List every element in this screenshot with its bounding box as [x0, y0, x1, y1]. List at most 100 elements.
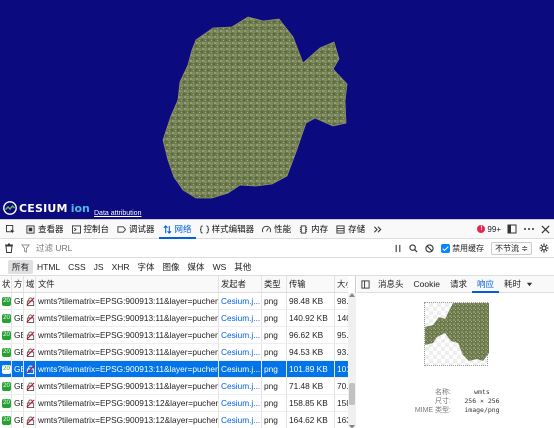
initiator-cell[interactable]: Cesium.j... [219, 361, 262, 377]
tab-inspector[interactable]: 查看器 [22, 220, 68, 239]
initiator-cell[interactable]: Cesium.j... [219, 412, 262, 428]
initiator-cell[interactable]: Cesium.j... [219, 293, 262, 309]
table-row[interactable]: 20GE wmts?tilematrix=EPSG:900913:11&layer… [0, 293, 348, 310]
column-header-transferred[interactable]: 传输 [287, 276, 335, 292]
status-ok-icon: 20 [2, 347, 11, 357]
meta-name-value: wmts [474, 388, 490, 396]
devtools-toolbar: 查看器 控制台 调试器 网络 样式编辑器 性能 内存 存储 ! 99+ [0, 220, 554, 239]
request-list-scrollbar[interactable] [348, 293, 356, 428]
block-icon[interactable] [425, 243, 434, 253]
details-tab-timings[interactable]: 耗时 [499, 276, 526, 293]
type-filter-images[interactable]: 图像 [159, 260, 184, 274]
type-filter-js[interactable]: JS [90, 261, 108, 273]
file-cell: wmts?tilematrix=EPSG:900913:11&layer=puc… [36, 293, 219, 309]
type-filter-other[interactable]: 其他 [230, 260, 255, 274]
type-filter-media[interactable]: 媒体 [184, 260, 209, 274]
pause-icon[interactable] [394, 244, 402, 253]
table-row[interactable]: 20GE wmts?tilematrix=EPSG:900913:11&layer… [0, 378, 348, 395]
details-tabs: 消息头 Cookie 请求 响应 耗时 [357, 276, 554, 293]
disable-cache-toggle[interactable]: 禁用缓存 [441, 243, 484, 254]
details-tab-request[interactable]: 请求 [445, 276, 472, 293]
type-filter-fonts[interactable]: 字体 [134, 260, 159, 274]
file-cell: wmts?tilematrix=EPSG:900913:11&layer=puc… [36, 327, 219, 343]
cesium-ion-logo[interactable]: CESIUM ion [3, 201, 90, 215]
table-row[interactable]: 20GE wmts?tilematrix=EPSG:900913:12&layer… [0, 395, 348, 412]
request-type-filter: 所有 HTML CSS JS XHR 字体 图像 媒体 WS 其他 [0, 258, 554, 276]
type-filter-ws[interactable]: WS [209, 261, 231, 273]
transferred-cell: 164.62 KB [287, 412, 335, 428]
terrain-imagery-region[interactable] [0, 0, 554, 219]
tab-console[interactable]: 控制台 [68, 220, 114, 239]
details-tab-headers[interactable]: 消息头 [373, 276, 409, 293]
error-icon: ! [477, 225, 486, 233]
column-header-file[interactable]: 文件 [36, 276, 219, 292]
request-table-header: 状 方 域 文件 发起者 类型 传输 大小 [0, 276, 348, 293]
column-header-initiator[interactable]: 发起者 [219, 276, 262, 292]
domain-cell [24, 378, 36, 394]
type-filter-xhr[interactable]: XHR [108, 261, 134, 273]
type-cell: png [262, 344, 287, 360]
initiator-cell[interactable]: Cesium.j... [219, 378, 262, 394]
tab-storage[interactable]: 存储 [332, 220, 369, 239]
tab-performance[interactable]: 性能 [258, 220, 295, 239]
dock-toggle-icon[interactable] [507, 224, 517, 234]
tab-network-label: 网络 [174, 224, 192, 234]
debugger-icon [117, 225, 127, 233]
table-row[interactable]: 20GE wmts?tilematrix=EPSG:900913:11&layer… [0, 361, 348, 378]
initiator-cell[interactable]: Cesium.j... [219, 310, 262, 326]
tab-memory-label: 内存 [311, 224, 329, 234]
response-meta: 名称: wmts 尺寸: 256 × 256 MIME 类型: image/png [401, 388, 513, 415]
cesium-viewer[interactable]: CESIUM ion Data attribution [0, 0, 554, 219]
tab-debugger[interactable]: 调试器 [113, 220, 159, 239]
style-editor-icon [199, 224, 209, 234]
error-count-badge[interactable]: ! 99+ [477, 225, 501, 234]
more-options-icon[interactable] [523, 224, 535, 234]
throttling-select[interactable]: 不节流 ≑ [491, 241, 532, 255]
method-cell: GE [12, 412, 24, 428]
transferred-cell: 140.92 KB [287, 310, 335, 326]
table-row[interactable]: 20GE wmts?tilematrix=EPSG:900913:12&layer… [0, 412, 348, 428]
column-header-type[interactable]: 类型 [262, 276, 287, 292]
type-cell: png [262, 395, 287, 411]
table-row[interactable]: 20GE wmts?tilematrix=EPSG:900913:11&layer… [0, 327, 348, 344]
details-tab-cookies[interactable]: Cookie [409, 276, 445, 293]
file-cell: wmts?tilematrix=EPSG:900913:11&layer=puc… [36, 310, 219, 326]
close-icon[interactable] [541, 224, 550, 234]
table-row[interactable]: 20GE wmts?tilematrix=EPSG:900913:11&layer… [0, 344, 348, 361]
scroll-up-arrow-icon[interactable] [349, 293, 355, 297]
type-filter-html[interactable]: HTML [33, 261, 64, 273]
initiator-cell[interactable]: Cesium.j... [219, 327, 262, 343]
type-filter-all[interactable]: 所有 [8, 259, 34, 274]
search-icon[interactable] [409, 243, 418, 253]
trash-icon[interactable] [4, 243, 14, 253]
size-cell: 70. [337, 381, 348, 391]
scroll-thumb[interactable] [349, 383, 355, 405]
table-row[interactable]: 20GE wmts?tilematrix=EPSG:900913:11&layer… [0, 310, 348, 327]
tab-memory[interactable]: 内存 [295, 220, 332, 239]
element-picker-button[interactable] [2, 220, 22, 239]
tab-network[interactable]: 网络 [158, 220, 196, 239]
filter-url-input[interactable] [36, 243, 395, 253]
insecure-lock-icon [26, 347, 35, 357]
panel-toggle-icon[interactable] [361, 279, 370, 289]
details-tab-response[interactable]: 响应 [472, 276, 500, 293]
column-header-method[interactable]: 方 [12, 276, 24, 292]
initiator-cell[interactable]: Cesium.j... [219, 395, 262, 411]
insecure-lock-icon [26, 415, 35, 425]
initiator-cell[interactable]: Cesium.j... [219, 344, 262, 360]
gear-icon[interactable] [539, 243, 549, 253]
tab-storage-label: 存储 [348, 224, 366, 234]
tab-style-editor[interactable]: 样式编辑器 [196, 220, 259, 239]
column-header-size[interactable]: 大小 [335, 276, 348, 292]
chevron-down-icon[interactable] [526, 281, 533, 288]
cesium-logo-icon [3, 201, 17, 215]
column-header-domain[interactable]: 域 [24, 276, 36, 292]
storage-icon [336, 224, 345, 234]
domain-cell [24, 361, 36, 377]
meta-dimension-value: 256 × 256 [464, 397, 500, 405]
column-header-status[interactable]: 状 [0, 276, 12, 292]
type-filter-css[interactable]: CSS [64, 261, 89, 273]
more-tabs-button[interactable] [369, 220, 389, 239]
domain-cell [24, 395, 36, 411]
data-attribution-link[interactable]: Data attribution [94, 210, 141, 217]
